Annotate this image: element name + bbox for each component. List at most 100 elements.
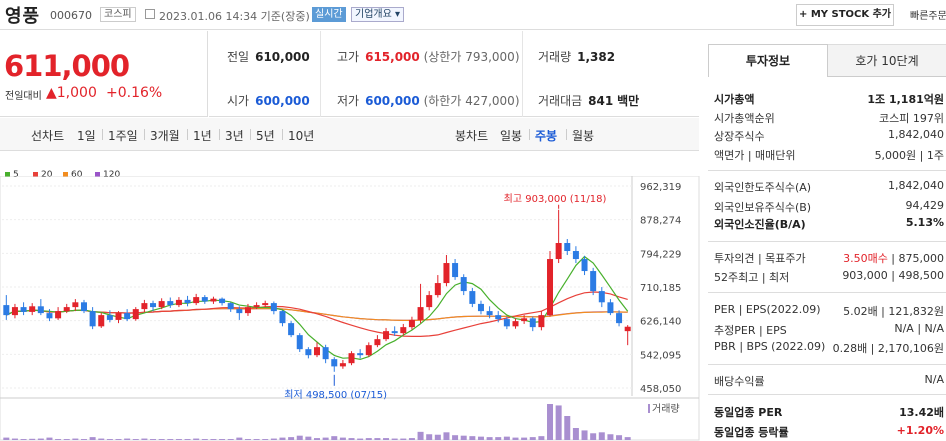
volume-bar [227, 439, 234, 440]
volume-bar [434, 434, 441, 440]
candle-body [434, 283, 441, 296]
low-annotation: 최저 498,500 (07/15) [284, 389, 387, 401]
prev-close: 전일 610,000 [227, 48, 310, 65]
volume-bar [11, 438, 18, 440]
volume-bar [426, 434, 433, 440]
candle-body [322, 347, 329, 360]
volume-bar [3, 437, 10, 440]
volume-bar [357, 438, 364, 440]
candle-body [400, 327, 407, 334]
info-label: 액면가 | 매매단위 [714, 149, 796, 162]
price-summary: 611,000 전일대비 ▲1,000 +0.16% [0, 31, 208, 117]
tab-order-book[interactable]: 호가 10단계 [828, 44, 946, 77]
candle-body [503, 319, 510, 327]
info-value: 1,842,040 [888, 128, 944, 141]
volume-bar [98, 438, 105, 440]
period-6[interactable]: 10년 [288, 127, 314, 144]
period-5[interactable]: 5년 [256, 127, 275, 144]
candle-body [296, 335, 303, 350]
high-label: 고가 [337, 50, 360, 64]
volume-bar [124, 438, 131, 440]
candle-body [201, 297, 208, 302]
divider [282, 129, 283, 140]
divider [708, 292, 946, 293]
period-4[interactable]: 3년 [225, 127, 244, 144]
volume-bar [555, 405, 562, 440]
candle-body [20, 307, 27, 312]
candle-body [132, 309, 139, 320]
candle-body [72, 302, 79, 308]
volume-bar [477, 436, 484, 440]
volume-bar [193, 438, 200, 440]
candle-body [11, 307, 18, 316]
info-label: PER | EPS(2022.09) [714, 303, 821, 316]
volume-bar [572, 428, 579, 440]
candle-body [115, 313, 122, 320]
period-3[interactable]: 1년 [193, 127, 212, 144]
info-label: 투자의견 | 목표주가 [714, 252, 806, 265]
candle-body [46, 313, 53, 319]
divider [102, 129, 103, 140]
company-overview-select[interactable]: 기업개요 ▾ [351, 7, 404, 22]
divider [320, 31, 321, 117]
volume-bar [305, 436, 312, 440]
candle-body [3, 305, 10, 316]
candle-body [227, 303, 234, 310]
info-value: 5.02배 | 121,832원 [843, 305, 944, 318]
volume-bar [29, 438, 36, 440]
candle-interval-2[interactable]: 월봉 [572, 127, 594, 144]
candle-body [521, 318, 528, 322]
candle-chart-label: 봉차트 [455, 129, 489, 143]
y-tick-label: 458,050 [640, 384, 681, 395]
period-0[interactable]: 1일 [77, 127, 96, 144]
candle-body [417, 307, 424, 320]
candle-body [495, 315, 502, 320]
divider [187, 129, 188, 140]
volume-bar [322, 437, 329, 440]
info-label: 동일업종 PER [714, 406, 783, 419]
info-value: 13.42배 [899, 406, 944, 419]
period-2[interactable]: 3개월 [150, 127, 180, 144]
period-1[interactable]: 1주일 [108, 127, 138, 144]
amount-unit: 백만 [617, 94, 640, 108]
candle-body [590, 271, 597, 292]
realtime-badge[interactable]: 실시간 [312, 7, 346, 22]
add-my-stock-button[interactable]: + MY STOCK 추가 [796, 4, 894, 26]
volume-bar [547, 404, 554, 440]
info-value: +1.20% [896, 424, 944, 437]
volume-value: 1,382 [577, 50, 616, 64]
y-tick-label: 710,185 [640, 283, 681, 294]
divider [708, 394, 946, 395]
candle-body [624, 326, 631, 332]
info-label: 배당수익률 [714, 375, 765, 388]
tab-investment-info[interactable]: 투자정보 [708, 44, 828, 77]
volume-bar [106, 439, 113, 440]
volume-bar [132, 439, 139, 440]
volume-bar [72, 438, 79, 440]
volume-bar [383, 438, 390, 440]
volume-bar [400, 438, 407, 440]
candle-body [219, 298, 226, 304]
candle-body [460, 277, 467, 292]
quick-order-link[interactable]: 빠른주문 [910, 7, 946, 22]
y-tick-label: 878,274 [640, 216, 681, 227]
candle-body [357, 353, 364, 356]
volume-bar [495, 437, 502, 440]
candle-body [538, 315, 545, 328]
volume-bar [219, 439, 226, 440]
volume-bar [314, 438, 320, 440]
candle-interval-0[interactable]: 일봉 [500, 127, 522, 144]
candle-body [607, 302, 614, 314]
prev-close-value: 610,000 [255, 50, 310, 64]
candle-interval-1[interactable]: 주봉 [535, 127, 557, 144]
volume-bar [443, 432, 450, 440]
stock-header: 영풍 000670 코스피 2023.01.06 14:34 기준(장중) 실시… [0, 0, 946, 30]
candle-body [547, 259, 554, 316]
divider [566, 129, 567, 140]
stock-chart[interactable]: 962,319 878,274 794,229 710,185 626,140 542,0… [0, 176, 700, 441]
amount-value: 841 [588, 94, 614, 108]
stock-name: 영풍 [5, 6, 41, 27]
candle-body [555, 243, 562, 260]
volume-bar [184, 439, 191, 440]
candle-body [175, 299, 182, 306]
